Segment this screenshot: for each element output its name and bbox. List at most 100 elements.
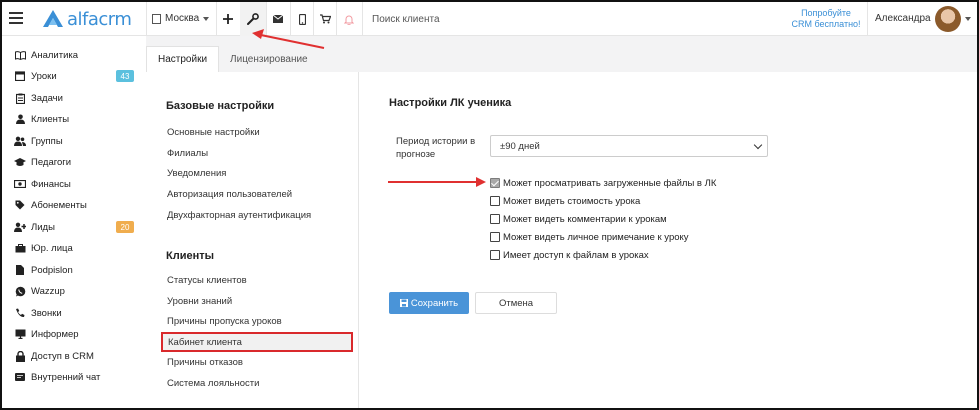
sidebar-item-label: Podpislon: [31, 264, 73, 276]
phone-icon: [298, 13, 306, 25]
settings-link-branches[interactable]: Филиалы: [167, 148, 208, 159]
sidebar-item-label: Задачи: [31, 92, 63, 104]
checkbox-box[interactable]: [490, 250, 500, 260]
sidebar-item-informer[interactable]: Информер: [14, 324, 138, 344]
settings-link-refusal-reasons[interactable]: Причины отказов: [167, 357, 243, 368]
sidebar-item-legal-entities[interactable]: Юр. лица: [14, 238, 138, 258]
checkbox-view-comments[interactable]: Может видеть комментарии к урокам: [490, 212, 667, 226]
cancel-button[interactable]: Отмена: [475, 292, 557, 314]
period-select[interactable]: ±90 дней: [490, 135, 768, 157]
add-button[interactable]: [217, 2, 239, 36]
sidebar-item-leads[interactable]: Лиды 20: [14, 217, 138, 237]
save-button-label: Сохранить: [410, 297, 459, 309]
period-label: Период истории в прогнозе: [396, 136, 476, 160]
checkbox-label: Имеет доступ к файлам в уроках: [503, 249, 649, 261]
settings-link-client-cabinet[interactable]: Кабинет клиента: [161, 332, 353, 352]
checkbox-view-personal-note[interactable]: Может видеть личное примечание к уроку: [490, 230, 689, 244]
sidebar-item-label: Внутренний чат: [31, 371, 101, 383]
graduation-cap-icon: [14, 157, 26, 167]
period-select-value: ±90 дней: [500, 140, 540, 152]
settings-link-2fa[interactable]: Двухфакторная аутентификация: [167, 210, 311, 221]
plus-icon: [223, 14, 233, 24]
settings-link-user-auth[interactable]: Авторизация пользователей: [167, 189, 292, 200]
sidebar-item-clients[interactable]: Клиенты: [14, 109, 138, 129]
city-selector[interactable]: Москва: [152, 13, 210, 24]
settings-link-client-statuses[interactable]: Статусы клиентов: [167, 275, 247, 286]
sidebar-item-tasks[interactable]: Задачи: [14, 88, 138, 108]
promo-line-2: CRM бесплатно!: [791, 19, 861, 29]
phone-button[interactable]: [291, 2, 313, 36]
sidebar-item-podpislon[interactable]: Podpislon: [14, 260, 138, 280]
checkbox-box[interactable]: [490, 196, 500, 206]
floppy-disk-icon: [399, 299, 408, 307]
settings-button[interactable]: [240, 2, 266, 36]
sidebar-item-wazzup[interactable]: Wazzup: [14, 281, 138, 301]
sidebar-item-label: Уроки: [31, 70, 57, 82]
lock-icon: [14, 350, 26, 362]
checkbox-box[interactable]: [490, 178, 500, 188]
sidebar-item-calls[interactable]: Звонки: [14, 303, 138, 323]
lessons-count-badge: 43: [116, 70, 134, 82]
top-bar: alfacrm Москва Поиск клиента Попробуйте …: [2, 2, 977, 36]
app-window: alfacrm Москва Поиск клиента Попробуйте …: [0, 0, 979, 410]
logo[interactable]: alfacrm: [42, 8, 132, 30]
avatar[interactable]: [935, 6, 961, 32]
tab-licensing[interactable]: Лицензирование: [219, 46, 319, 72]
file-icon: [14, 265, 26, 275]
sidebar-item-finance[interactable]: Финансы: [14, 174, 138, 194]
checkbox-lesson-files-access[interactable]: Имеет доступ к файлам в уроках: [490, 248, 649, 262]
calendar-icon: [14, 71, 26, 81]
chevron-down-icon: [753, 140, 763, 150]
sidebar-item-teachers[interactable]: Педагоги: [14, 152, 138, 172]
save-button[interactable]: Сохранить: [389, 292, 469, 314]
student-cabinet-settings-form: Настройки ЛК ученика Период истории в пр…: [359, 72, 977, 408]
chevron-down-icon: [203, 16, 210, 21]
sidebar-item-subscriptions[interactable]: Абонементы: [14, 195, 138, 215]
main-content: Настройки Лицензирование Базовые настрой…: [146, 36, 977, 408]
basic-settings-heading: Базовые настройки: [166, 100, 275, 112]
notifications-button[interactable]: [337, 2, 361, 36]
city-label: Москва: [165, 13, 200, 24]
settings-link-loyalty-system[interactable]: Система лояльности: [167, 378, 259, 389]
checkbox-view-files[interactable]: Может просматривать загруженные файлы в …: [490, 176, 716, 190]
checkbox-box[interactable]: [490, 232, 500, 242]
clients-heading: Клиенты: [166, 250, 215, 262]
user-name[interactable]: Александра: [875, 13, 931, 24]
sidebar-item-label: Педагоги: [31, 156, 72, 168]
tab-settings[interactable]: Настройки: [146, 46, 220, 72]
sidebar-item-label: Юр. лица: [31, 242, 73, 254]
cart-button[interactable]: [314, 2, 336, 36]
checkbox-label: Может просматривать загруженные файлы в …: [503, 177, 717, 189]
chevron-down-icon[interactable]: [965, 17, 971, 21]
phone-icon: [14, 308, 26, 318]
tag-icon: [14, 200, 26, 210]
money-icon: [14, 180, 26, 188]
cart-icon: [319, 14, 331, 24]
monitor-icon: [14, 329, 26, 339]
settings-link-notifications[interactable]: Уведомления: [167, 168, 226, 179]
hamburger-menu-icon[interactable]: [9, 12, 23, 24]
mail-button[interactable]: [267, 2, 289, 36]
book-icon: [14, 50, 26, 60]
sidebar-item-label: Доступ в CRM: [31, 350, 94, 362]
sidebar-item-label: Абонементы: [31, 199, 87, 211]
leads-count-badge: 20: [116, 221, 134, 233]
settings-link-absence-reasons[interactable]: Причины пропуска уроков: [167, 316, 282, 327]
sidebar-item-label: Звонки: [31, 307, 62, 319]
sidebar-item-analytics[interactable]: Аналитика: [14, 45, 138, 65]
settings-link-main[interactable]: Основные настройки: [167, 127, 260, 138]
checkbox-box[interactable]: [490, 214, 500, 224]
sidebar-item-label: Wazzup: [31, 285, 65, 297]
settings-link-knowledge-levels[interactable]: Уровни знаний: [167, 296, 232, 307]
mail-icon: [273, 15, 283, 23]
sidebar-item-groups[interactable]: Группы: [14, 131, 138, 151]
sidebar-item-label: Аналитика: [31, 49, 79, 61]
free-crm-promo-link[interactable]: Попробуйте CRM бесплатно!: [790, 8, 862, 30]
form-title: Настройки ЛК ученика: [389, 97, 512, 109]
client-search-input[interactable]: Поиск клиента: [372, 14, 440, 25]
sidebar-item-internal-chat[interactable]: Внутренний чат: [14, 367, 138, 387]
checkbox-view-lesson-cost[interactable]: Может видеть стоимость урока: [490, 194, 640, 208]
sidebar-item-crm-access[interactable]: Доступ в CRM: [14, 346, 138, 366]
sidebar-item-lessons[interactable]: Уроки 43: [14, 66, 138, 86]
user-plus-icon: [14, 222, 26, 232]
